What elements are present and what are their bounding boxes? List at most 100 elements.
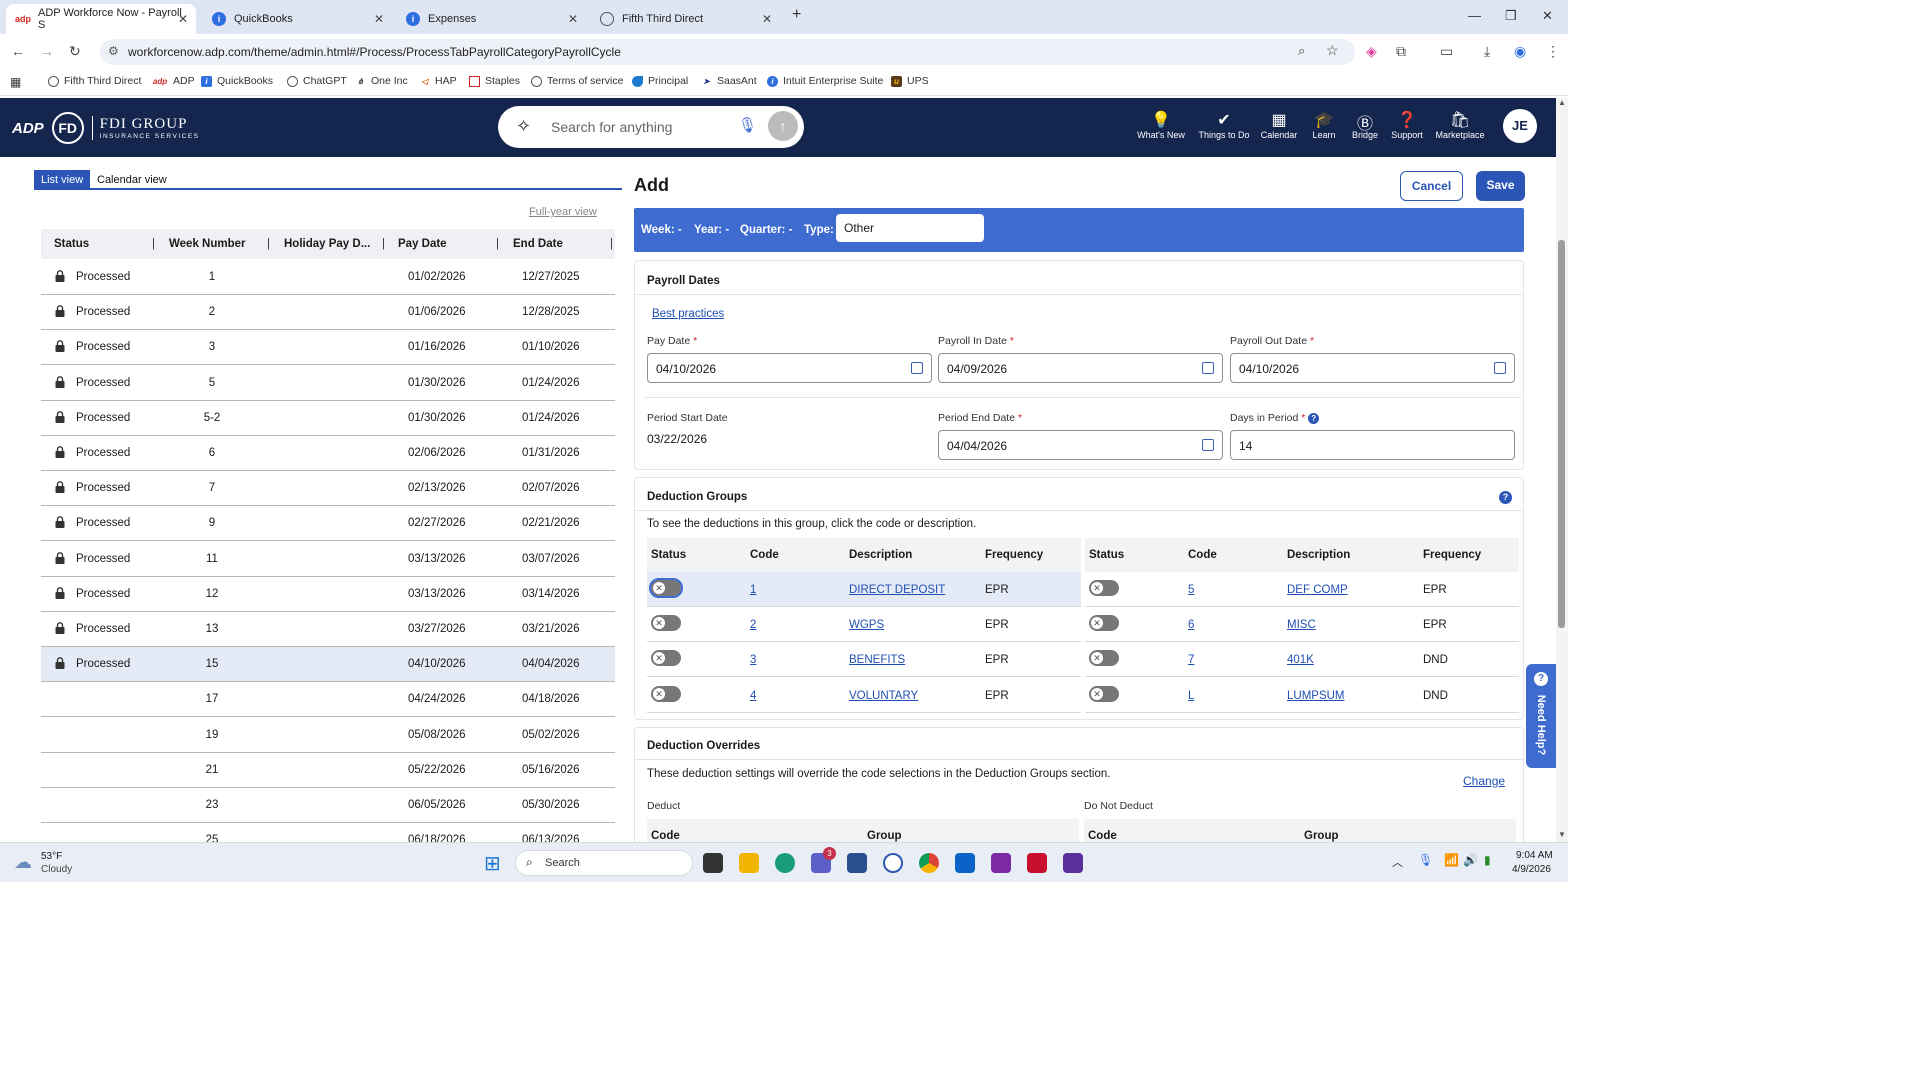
column-holiday-pay[interactable]: Holiday Pay D... xyxy=(284,238,370,250)
best-practices-link[interactable]: Best practices xyxy=(652,308,724,320)
extension-icon[interactable]: ◈ xyxy=(1366,43,1377,60)
full-year-view-link[interactable]: Full-year view xyxy=(529,206,597,218)
description-link[interactable]: BENEFITS xyxy=(849,654,905,666)
tab-quickbooks[interactable]: i QuickBooks ✕ xyxy=(202,4,392,34)
payroll-in-date-input[interactable]: 04/09/2026 xyxy=(938,353,1223,383)
table-row[interactable]: Processed 11 03/13/2026 03/07/2026 xyxy=(41,542,615,577)
help-icon[interactable]: ? xyxy=(1499,491,1512,504)
column-divider[interactable]: | xyxy=(382,238,385,250)
code-link[interactable]: 3 xyxy=(750,654,756,666)
bookmark-chatgpt[interactable]: ChatGPT xyxy=(287,75,347,87)
status-toggle[interactable]: ✕ xyxy=(1089,580,1119,596)
task-view-icon[interactable] xyxy=(703,853,723,873)
clock-time[interactable]: 9:04 AM xyxy=(1516,850,1553,861)
puzzle-icon[interactable]: ⧉ xyxy=(1396,43,1406,60)
code-link[interactable]: 6 xyxy=(1188,619,1194,631)
bookmark-quickbooks[interactable]: i QuickBooks xyxy=(201,75,273,87)
column-divider[interactable]: | xyxy=(496,238,499,250)
bookmark-terms[interactable]: Terms of service xyxy=(531,75,623,87)
back-icon[interactable]: ← xyxy=(11,43,25,59)
code-link[interactable]: 4 xyxy=(750,690,756,702)
table-row[interactable]: Processed 1 01/02/2026 12/27/2025 xyxy=(41,260,615,295)
days-in-period-input[interactable]: 14 xyxy=(1230,430,1515,460)
whats-new-button[interactable]: 💡 What's New xyxy=(1131,110,1191,140)
download-icon[interactable]: ⤓ xyxy=(1484,43,1490,60)
scroll-thumb[interactable] xyxy=(1558,240,1565,628)
table-row[interactable]: Processed 9 02/27/2026 02/21/2026 xyxy=(41,506,615,542)
calendar-icon[interactable] xyxy=(1202,439,1214,451)
type-select[interactable]: Other xyxy=(836,214,984,242)
column-divider[interactable]: | xyxy=(610,238,613,250)
column-end-date[interactable]: End Date xyxy=(513,238,563,250)
cast-icon[interactable]: ▭ xyxy=(1440,43,1453,60)
file-explorer-icon[interactable] xyxy=(739,853,759,873)
save-button[interactable]: Save xyxy=(1476,171,1525,201)
app-icon[interactable] xyxy=(883,853,903,873)
tab-fifth-third[interactable]: Fifth Third Direct ✕ xyxy=(590,4,780,34)
code-link[interactable]: 5 xyxy=(1188,584,1194,596)
help-icon[interactable]: ? xyxy=(1308,413,1320,424)
url-text[interactable]: workforcenow.adp.com/theme/admin.html#/P… xyxy=(128,45,621,59)
table-row[interactable]: Processed 2 01/06/2026 12/28/2025 xyxy=(41,295,615,331)
table-row[interactable]: 17 04/24/2026 04/18/2026 xyxy=(41,682,615,718)
table-row[interactable]: Processed 13 03/27/2026 03/21/2026 xyxy=(41,612,615,647)
global-search[interactable]: ✧ Search for anything 🎙 ↑ xyxy=(498,106,804,148)
change-link[interactable]: Change xyxy=(1463,774,1505,788)
column-divider[interactable]: | xyxy=(152,238,155,250)
table-row[interactable]: Processed 7 02/13/2026 02/07/2026 xyxy=(41,471,615,507)
calendar-icon[interactable] xyxy=(1494,362,1506,374)
status-toggle[interactable]: ✕ xyxy=(1089,650,1119,667)
description-link[interactable]: DIRECT DEPOSIT xyxy=(849,584,945,596)
support-button[interactable]: ❓ Support xyxy=(1377,110,1437,140)
microphone-icon[interactable]: 🎙 xyxy=(1418,853,1433,867)
table-row[interactable]: Processed 12 03/13/2026 03/14/2026 xyxy=(41,577,615,612)
reload-icon[interactable]: ↻ xyxy=(69,43,81,60)
battery-icon[interactable]: ▮ xyxy=(1484,853,1491,867)
code-link[interactable]: 7 xyxy=(1188,654,1194,666)
bookmark-principal[interactable]: Principal xyxy=(632,75,688,87)
description-link[interactable]: VOLUNTARY xyxy=(849,690,918,702)
status-toggle[interactable]: ✕ xyxy=(651,615,681,632)
table-row[interactable]: 23 06/05/2026 05/30/2026 xyxy=(41,788,615,823)
logo[interactable]: ADP FD FDI GROUP INSURANCE SERVICES xyxy=(12,112,200,144)
close-icon[interactable]: ✕ xyxy=(178,12,188,26)
restore-icon[interactable]: ❐ xyxy=(1505,8,1517,24)
calendar-icon[interactable] xyxy=(1202,362,1214,374)
tab-adp[interactable]: adp ADP Workforce Now - Payroll S ✕ xyxy=(6,4,196,34)
teams-icon[interactable]: 3 xyxy=(811,847,836,873)
bookmark-one-inc[interactable]: ⋔ One Inc xyxy=(355,75,408,87)
submit-search-button[interactable]: ↑ xyxy=(768,111,798,141)
close-icon[interactable]: ✕ xyxy=(568,12,578,26)
description-link[interactable]: MISC xyxy=(1287,619,1316,631)
bookmark-intuit[interactable]: i Intuit Enterprise Suite xyxy=(767,75,883,87)
windows-start-icon[interactable]: ⊞ xyxy=(484,851,501,876)
code-link[interactable]: 1 xyxy=(750,584,756,596)
close-window-icon[interactable]: ✕ xyxy=(1542,8,1553,24)
table-row[interactable]: 21 05/22/2026 05/16/2026 xyxy=(41,753,615,788)
profile-icon[interactable]: ◉ xyxy=(1514,43,1526,60)
taskbar-search[interactable]: ⌕ Search xyxy=(515,850,693,876)
description-link[interactable]: WGPS xyxy=(849,619,884,631)
onenote-icon[interactable] xyxy=(991,853,1011,873)
table-row[interactable]: 25 06/18/2026 06/13/2026 xyxy=(41,823,615,842)
app-icon[interactable] xyxy=(1063,853,1083,873)
forward-icon[interactable]: → xyxy=(40,43,54,59)
page-scrollbar[interactable]: ▲ ▼ xyxy=(1556,98,1568,842)
bookmark-ups[interactable]: u UPS xyxy=(891,75,929,87)
tab-expenses[interactable]: i Expenses ✕ xyxy=(396,4,586,34)
bookmark-fifth-third[interactable]: Fifth Third Direct xyxy=(48,75,141,87)
status-toggle[interactable]: ✕ xyxy=(651,685,681,702)
description-link[interactable]: DEF COMP xyxy=(1287,584,1348,596)
table-row[interactable]: Processed 6 02/06/2026 01/31/2026 xyxy=(41,436,615,471)
apps-grid-icon[interactable]: ▦ xyxy=(10,75,21,89)
bookmark-adp[interactable]: adp ADP xyxy=(152,75,195,87)
avatar[interactable]: JE xyxy=(1503,109,1537,143)
status-toggle[interactable]: ✕ xyxy=(1089,685,1119,702)
tab-calendar-view[interactable]: Calendar view xyxy=(90,170,174,190)
table-row[interactable]: Processed 5-2 01/30/2026 01/24/2026 xyxy=(41,401,615,436)
marketplace-button[interactable]: 🛍 Marketplace xyxy=(1430,110,1490,140)
description-link[interactable]: LUMPSUM xyxy=(1287,690,1345,702)
table-row[interactable]: Processed 15 04/10/2026 04/04/2026 xyxy=(41,647,615,683)
calendar-icon[interactable] xyxy=(911,362,923,374)
outlook-icon[interactable] xyxy=(955,853,975,873)
